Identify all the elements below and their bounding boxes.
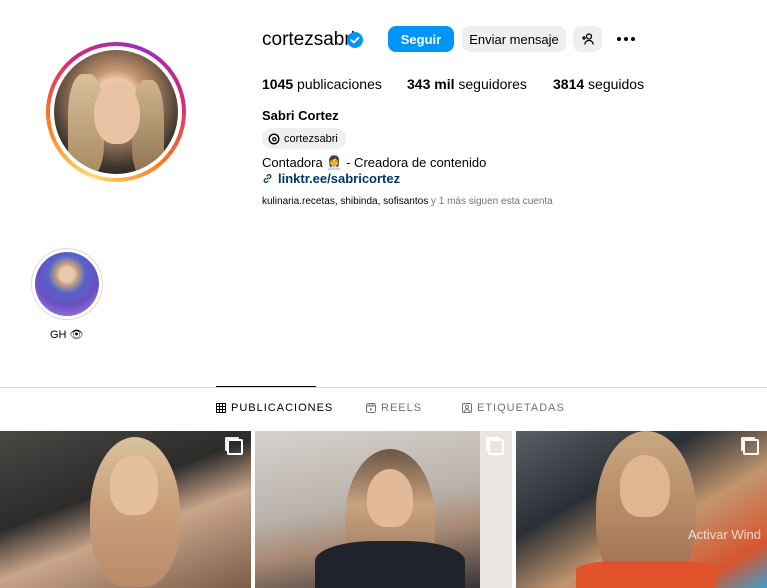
follow-button[interactable]: Seguir [388, 26, 454, 52]
following-count[interactable]: 3814 seguidos [553, 76, 644, 92]
person-plus-icon [581, 33, 594, 45]
tab-etiquetadas[interactable]: ETIQUETADAS [462, 402, 565, 414]
story-highlight[interactable] [31, 248, 103, 320]
posts-count: 1045 publicaciones [262, 76, 382, 92]
followed-by[interactable]: kulinaria.recetas, shibinda, sofisantos … [262, 196, 553, 207]
followers-count[interactable]: 343 mil seguidores [407, 76, 527, 92]
link-icon [263, 174, 272, 183]
post-thumbnail[interactable] [516, 431, 767, 588]
more-options-button[interactable] [613, 26, 639, 52]
highlight-cover [35, 252, 99, 316]
post-thumbnail[interactable] [255, 431, 512, 588]
active-tab-indicator [216, 386, 316, 387]
profile-avatar[interactable] [46, 42, 186, 182]
more-horizontal-icon [617, 37, 621, 41]
bio-link[interactable]: linktr.ee/sabricortez [262, 171, 400, 186]
reels-icon [366, 403, 376, 413]
carousel-icon [227, 439, 243, 455]
verified-badge-icon [347, 32, 363, 48]
highlight-label: GH 👁 [50, 329, 84, 341]
threads-icon [268, 132, 280, 145]
carousel-icon [743, 439, 759, 455]
profile-username: cortezsabri [262, 29, 355, 50]
threads-link[interactable]: cortezsabri [262, 128, 346, 149]
profile-full-name: Sabri Cortez [262, 108, 339, 123]
tabs-divider [0, 387, 767, 388]
tab-publicaciones[interactable]: PUBLICACIONES [216, 402, 333, 414]
tagged-icon [462, 403, 472, 413]
bio-text: Contadora 👩‍💼 - Creadora de contenido [262, 155, 487, 170]
send-message-button[interactable]: Enviar mensaje [462, 26, 566, 52]
suggested-users-button[interactable] [573, 26, 602, 52]
avatar-photo [54, 50, 178, 174]
carousel-icon [488, 439, 504, 455]
tab-reels[interactable]: REELS [366, 402, 422, 414]
grid-icon [216, 403, 226, 413]
windows-activation-watermark: Activar Wind [688, 527, 761, 542]
post-thumbnail[interactable] [0, 431, 251, 588]
